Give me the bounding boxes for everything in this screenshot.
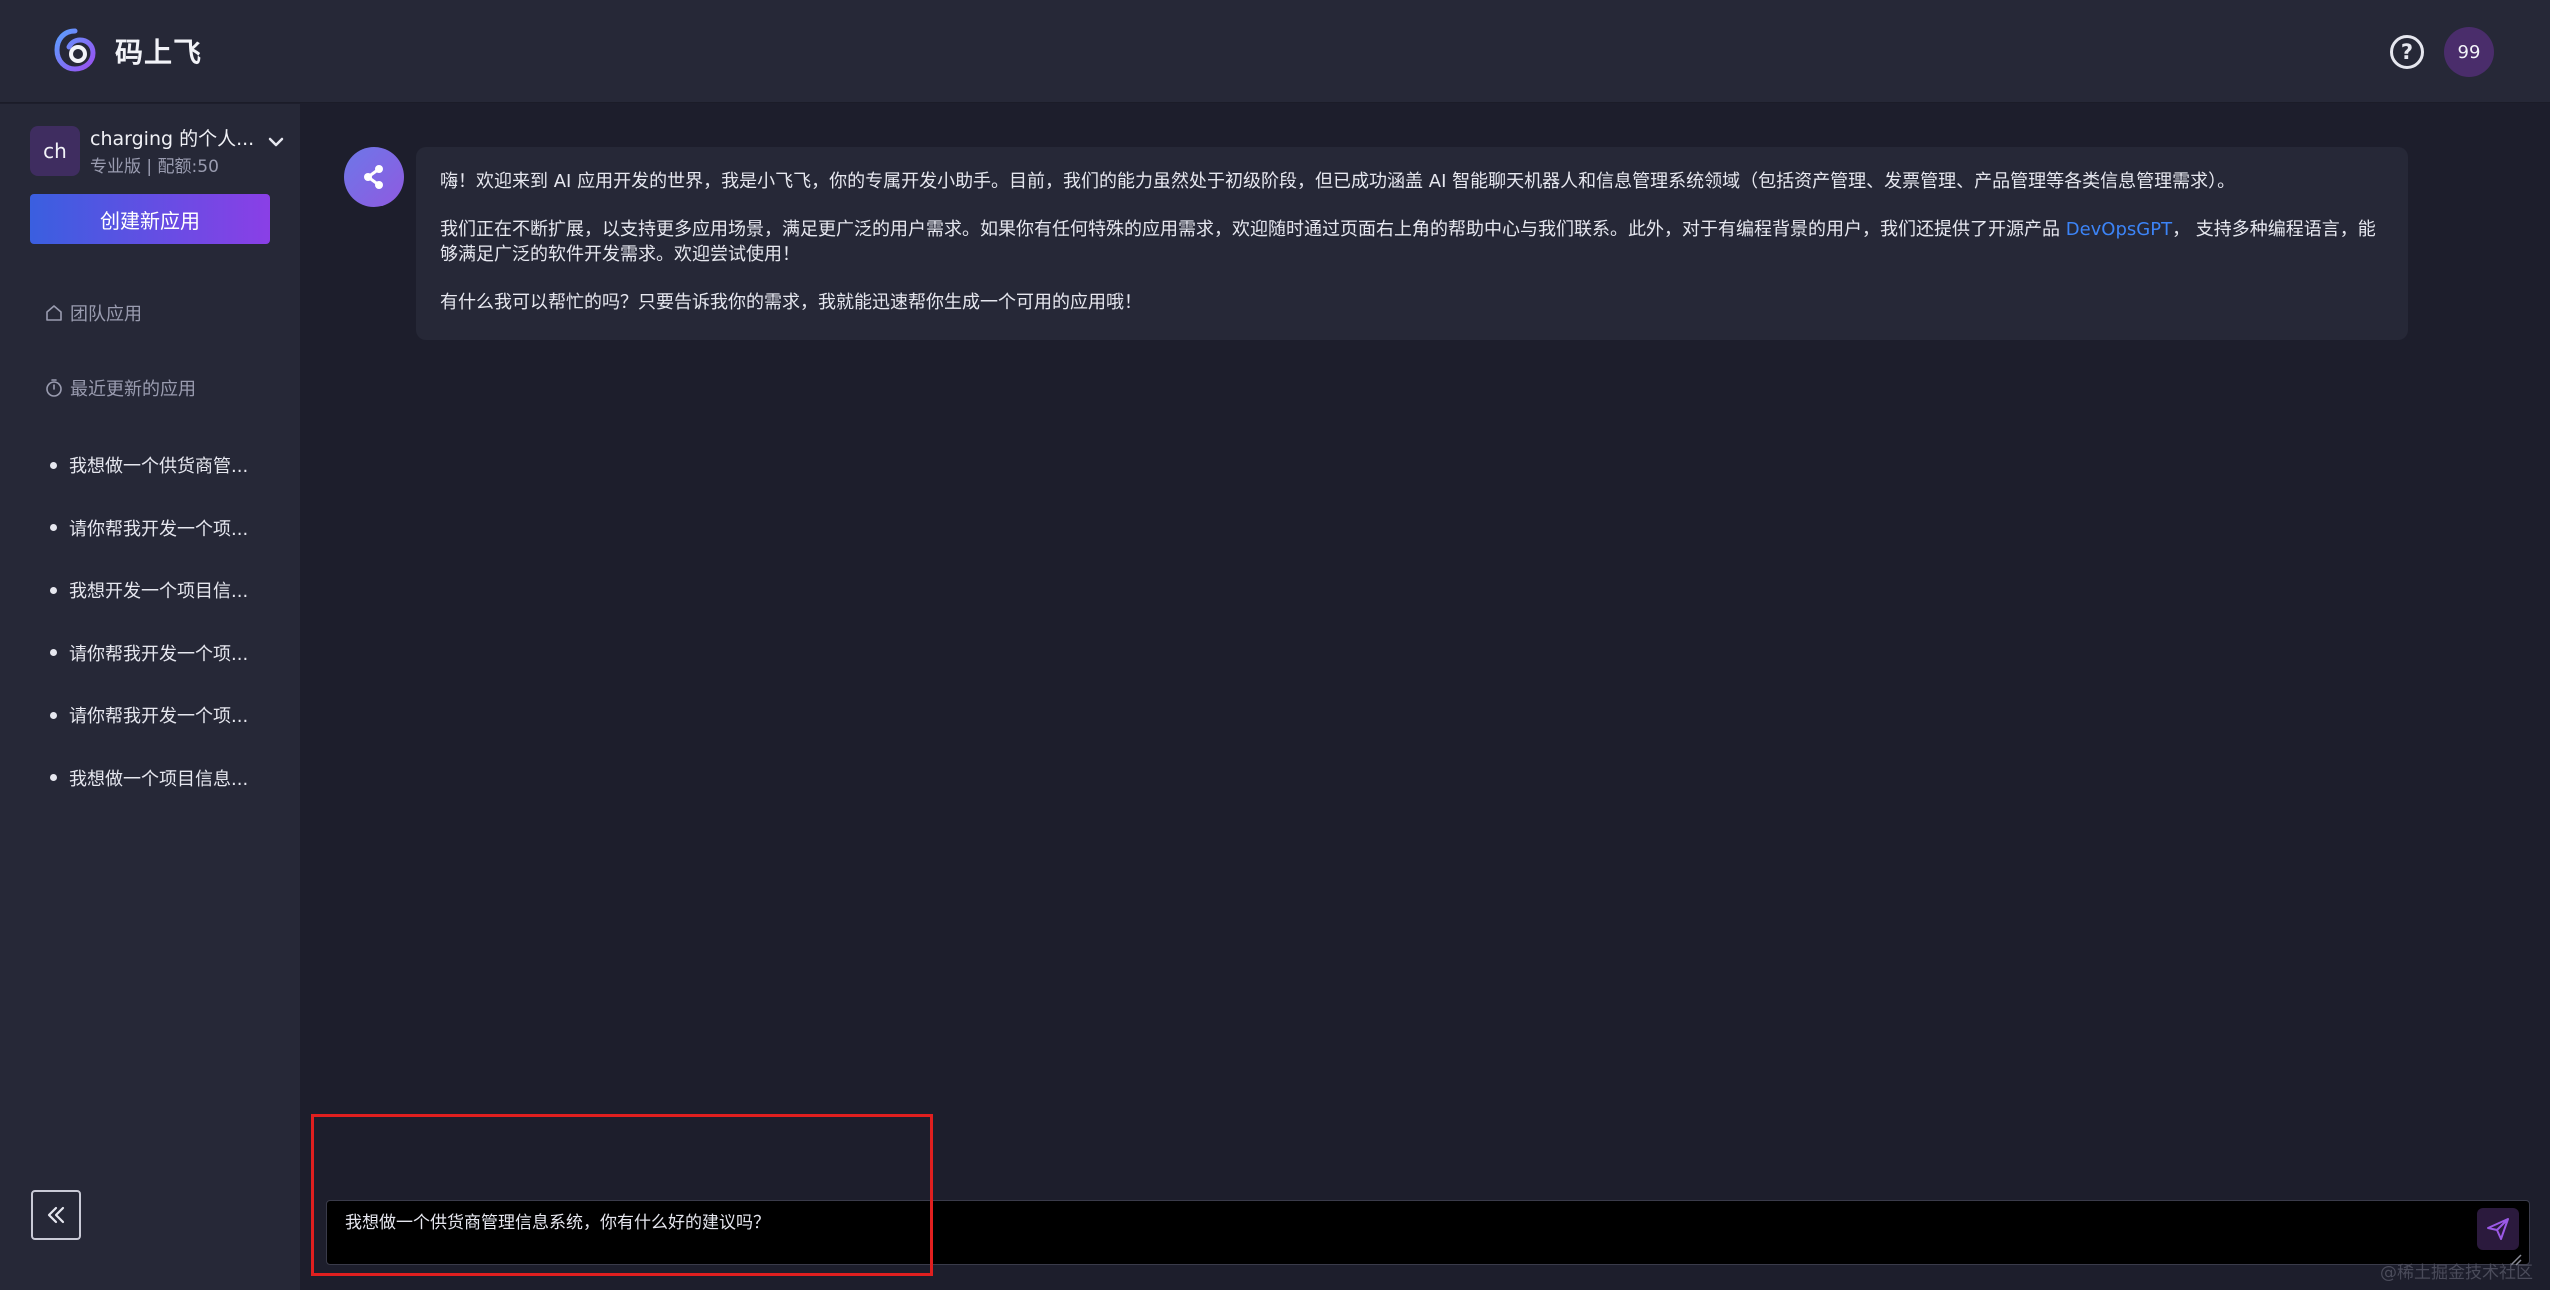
list-item[interactable]: 请你帮我开发一个项... [50, 497, 248, 560]
message-paragraph: 我们正在不断扩展，以支持更多应用场景，满足更广泛的用户需求。如果你有任何特殊的应… [440, 217, 2384, 267]
logo-icon [54, 28, 96, 72]
home-icon [46, 305, 62, 321]
share-icon [364, 165, 383, 189]
sidebar-section-recent: 最近更新的应用 [44, 375, 196, 401]
account-name: charging 的个人... [90, 128, 255, 150]
account-switcher[interactable]: ch charging 的个人... 专业版 | 配额:50 [30, 122, 286, 178]
top-bar: 码上飞 ? 99 [0, 0, 2550, 103]
brand-name: 码上飞 [115, 36, 203, 69]
bot-avatar [344, 147, 404, 207]
list-item[interactable]: 请你帮我开发一个项... [50, 622, 248, 685]
watermark: @稀土掘金技术社区 [2380, 1263, 2533, 1283]
sidebar-item-label: 团队应用 [70, 304, 142, 325]
list-item[interactable]: 我想开发一个项目信... [50, 559, 248, 622]
collapse-sidebar-button[interactable] [31, 1190, 81, 1240]
send-icon [2487, 1218, 2509, 1240]
message-text: 我们正在不断扩展，以支持更多应用场景，满足更广泛的用户需求。如果你有任何特殊的应… [440, 219, 2066, 240]
send-button[interactable] [2477, 1208, 2519, 1250]
bot-message: 嗨！欢迎来到 AI 应用开发的世界，我是小飞飞，你的专属开发小助手。目前，我们的… [416, 147, 2408, 340]
sidebar-section-label: 最近更新的应用 [70, 379, 196, 400]
account-avatar: ch [30, 126, 80, 176]
message-paragraph: 有什么我可以帮忙的吗？只要告诉我你的需求，我就能迅速帮你生成一个可用的应用哦！ [440, 292, 1142, 313]
double-chevron-left-icon [47, 1206, 65, 1224]
chat-input-box: 我想做一个供货商管理信息系统，你有什么好的建议吗？ [326, 1200, 2530, 1265]
message-paragraph: 嗨！欢迎来到 AI 应用开发的世界，我是小飞飞，你的专属开发小助手。目前，我们的… [440, 171, 2236, 192]
sidebar-item-team-apps[interactable]: 团队应用 [44, 300, 142, 326]
chevron-down-icon [268, 137, 284, 147]
devopsgpt-link[interactable]: DevOpsGPT [2066, 219, 2172, 240]
list-item[interactable]: 请你帮我开发一个项... [50, 684, 248, 747]
timer-icon [46, 379, 62, 397]
recent-apps-list: 我想做一个供货商管... 请你帮我开发一个项... 我想开发一个项目信... 请… [50, 434, 248, 809]
create-app-button[interactable]: 创建新应用 [30, 194, 270, 244]
chat-input[interactable]: 我想做一个供货商管理信息系统，你有什么好的建议吗？ [327, 1201, 2477, 1264]
help-icon[interactable]: ? [2390, 35, 2424, 69]
list-item[interactable]: 我想做一个项目信息... [50, 747, 248, 810]
account-plan: 专业版 | 配额:50 [90, 157, 219, 177]
sidebar: ch charging 的个人... 专业版 | 配额:50 创建新应用 团队应… [0, 104, 300, 1290]
user-avatar[interactable]: 99 [2444, 27, 2494, 77]
list-item[interactable]: 我想做一个供货商管... [50, 434, 248, 497]
